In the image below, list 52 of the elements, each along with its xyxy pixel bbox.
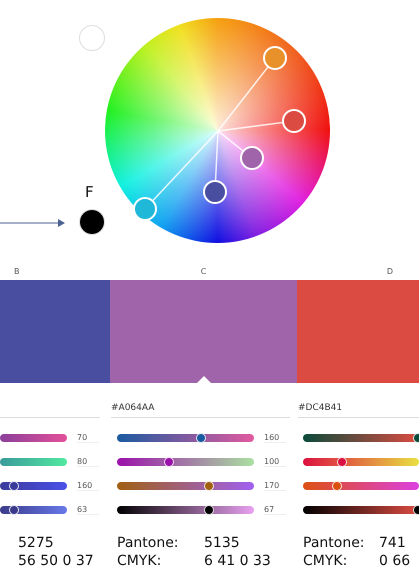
selection-triangle-icon bbox=[196, 376, 210, 383]
slider-track[interactable] bbox=[117, 482, 254, 490]
hex-field[interactable]: #A064AA bbox=[111, 399, 290, 418]
slider-thumb[interactable] bbox=[196, 433, 206, 443]
slider-value[interactable]: 70 bbox=[77, 433, 99, 443]
pantone-value: 741 bbox=[379, 535, 407, 551]
slider-track[interactable] bbox=[303, 506, 419, 514]
color-swatch[interactable] bbox=[79, 25, 105, 51]
arrow-icon bbox=[0, 217, 66, 229]
color-block[interactable] bbox=[297, 280, 419, 383]
slider-track[interactable] bbox=[117, 434, 254, 442]
cmyk-value: 56 50 0 37 bbox=[18, 553, 95, 569]
pantone-label: Pantone: bbox=[117, 535, 180, 551]
slider-thumb[interactable] bbox=[164, 457, 174, 467]
cmyk-value: 6 41 0 33 bbox=[204, 553, 272, 569]
slider-thumb[interactable] bbox=[204, 481, 214, 491]
color-handle[interactable] bbox=[133, 197, 157, 221]
color-block[interactable] bbox=[0, 280, 110, 383]
column-label: C bbox=[200, 266, 206, 276]
slider-thumb[interactable] bbox=[332, 481, 342, 491]
slider-value[interactable]: 100 bbox=[264, 457, 286, 467]
slider-value[interactable]: 67 bbox=[264, 505, 286, 515]
swatch-label: F bbox=[85, 183, 94, 201]
slider-value[interactable]: 170 bbox=[264, 481, 286, 491]
slider-track[interactable] bbox=[0, 458, 67, 466]
slider-track[interactable] bbox=[0, 482, 67, 490]
slider-value[interactable]: 63 bbox=[77, 505, 99, 515]
slider-thumb[interactable] bbox=[9, 505, 20, 515]
slider-value[interactable]: 80 bbox=[77, 457, 99, 467]
cmyk-value: 0 66 bbox=[379, 553, 412, 569]
color-swatch[interactable] bbox=[79, 209, 105, 235]
pantone-label: Pantone: bbox=[303, 535, 366, 551]
slider-track[interactable] bbox=[117, 506, 254, 514]
slider-track[interactable] bbox=[0, 434, 67, 442]
cmyk-label: CMYK: bbox=[303, 553, 348, 569]
color-block[interactable] bbox=[110, 280, 297, 383]
pantone-value: 5275 bbox=[18, 535, 55, 551]
pantone-value: 5135 bbox=[204, 535, 241, 551]
slider-track[interactable] bbox=[303, 434, 419, 442]
hex-field[interactable]: #DC4B41 bbox=[298, 399, 419, 418]
column-label: D bbox=[386, 266, 393, 276]
slider-thumb[interactable] bbox=[337, 457, 348, 467]
column-label: B bbox=[14, 266, 20, 276]
cmyk-label: CMYK: bbox=[117, 553, 162, 569]
slider-track[interactable] bbox=[0, 506, 67, 514]
slider-thumb[interactable] bbox=[204, 505, 214, 515]
slider-track[interactable] bbox=[303, 482, 419, 490]
slider-value[interactable]: 160 bbox=[264, 433, 286, 443]
slider-track[interactable] bbox=[303, 458, 419, 466]
slider-track[interactable] bbox=[117, 458, 254, 466]
slider-thumb[interactable] bbox=[9, 481, 20, 491]
slider-value[interactable]: 160 bbox=[77, 481, 99, 491]
